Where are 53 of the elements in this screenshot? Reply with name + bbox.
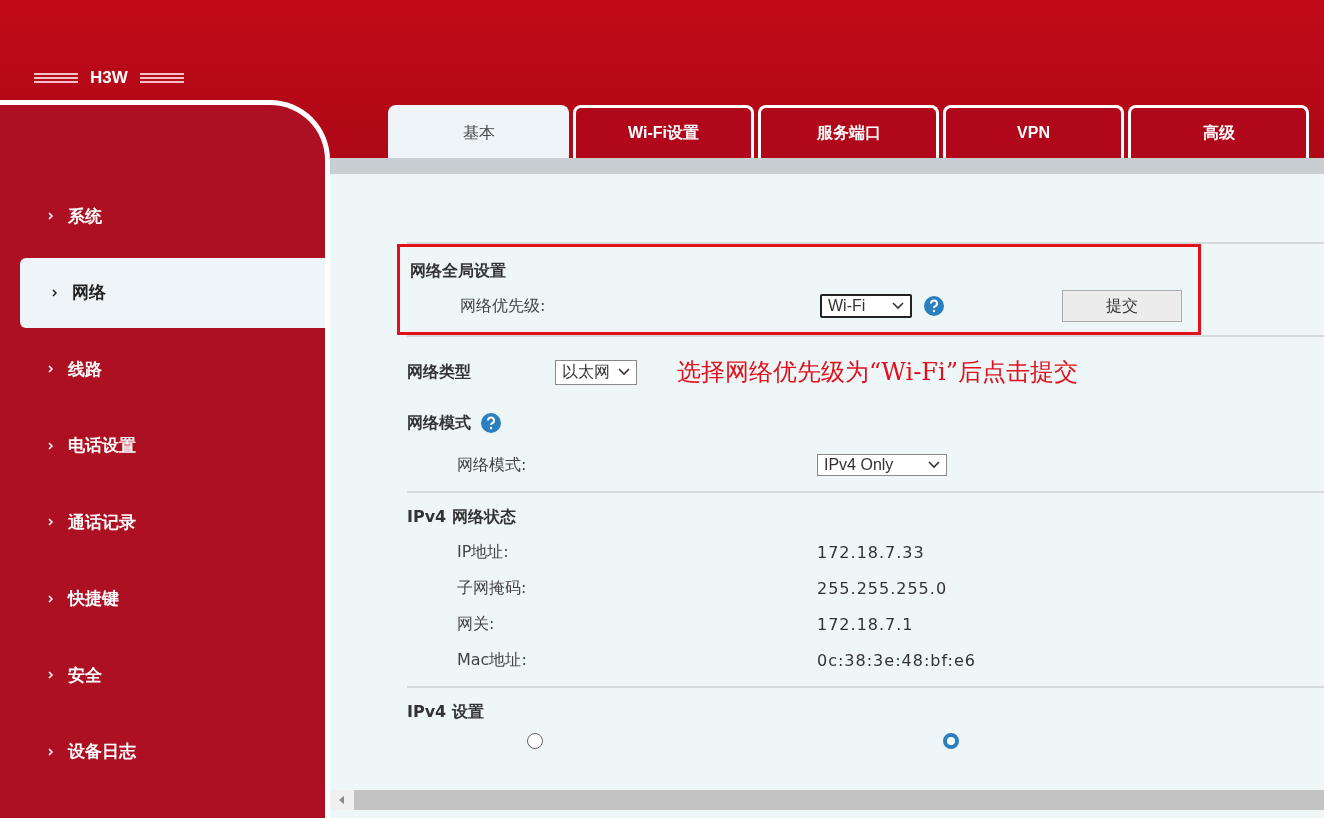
section-title: IPv4 网络状态	[407, 506, 517, 528]
field-label: 网络优先级:	[459, 295, 547, 317]
logo-lines-icon	[34, 73, 78, 83]
network-mode-select[interactable]: IPv4 Only	[817, 454, 947, 476]
help-icon[interactable]	[481, 413, 501, 433]
section-title: 网络模式	[407, 412, 471, 434]
logo-lines-icon	[139, 73, 184, 83]
sidebar-item[interactable]: 通话记录	[20, 487, 325, 557]
field-label: 子网掩码:	[456, 577, 528, 599]
field-label: 网络模式:	[456, 454, 528, 476]
sidebar-item[interactable]: 电话设置	[20, 410, 325, 481]
sidebar-item[interactable]: 安全	[20, 640, 325, 710]
chevron-icon	[48, 671, 54, 679]
horizontal-scrollbar[interactable]	[330, 790, 1324, 810]
help-icon[interactable]	[924, 296, 944, 316]
radio-button[interactable]	[943, 733, 959, 749]
sidebar-item[interactable]: 快捷键	[20, 563, 325, 634]
sidebar-item[interactable]: 网络	[20, 257, 325, 328]
field-value: 255.255.255.0	[817, 578, 948, 598]
section-title: IPv4 设置	[407, 701, 485, 723]
tab[interactable]: 服务端口	[758, 105, 939, 158]
field-label: 网关:	[456, 613, 496, 635]
caret-icon	[892, 302, 904, 310]
chevron-icon	[48, 365, 54, 373]
priority-select[interactable]: Wi-Fi	[820, 294, 912, 318]
section-title: 网络全局设置	[410, 260, 507, 282]
caret-icon	[618, 368, 630, 376]
chevron-icon	[48, 212, 54, 220]
scroll-left-icon[interactable]	[339, 796, 345, 804]
caret-icon	[928, 461, 940, 469]
field-label: IP地址:	[456, 541, 510, 563]
chevron-icon	[48, 594, 54, 603]
tab[interactable]: 高级	[1128, 105, 1309, 158]
sidebar-item[interactable]: 设备日志	[20, 716, 325, 787]
radio-button[interactable]	[527, 733, 543, 749]
field-value: 0c:38:3e:48:bf:e6	[817, 650, 976, 670]
section-title: 网络类型	[407, 361, 472, 383]
field-value: 172.18.7.33	[817, 542, 925, 562]
submit-button[interactable]: 提交	[1062, 290, 1182, 322]
chevron-icon	[48, 441, 54, 450]
tab[interactable]: 基本	[388, 105, 569, 158]
network-type-select[interactable]: 以太网	[555, 359, 637, 385]
annotation-text: 选择网络优先级为“Wi-Fi”后点击提交	[677, 357, 1078, 388]
chevron-icon	[52, 288, 58, 297]
chevron-icon	[48, 747, 54, 756]
sidebar-item[interactable]: 线路	[20, 334, 325, 404]
tab[interactable]: Wi-Fi设置	[573, 105, 754, 158]
chevron-icon	[48, 518, 54, 526]
sidebar-item[interactable]: 系统	[20, 181, 325, 251]
field-label: Mac地址:	[456, 649, 528, 671]
logo: H3W	[90, 68, 128, 88]
tab[interactable]: VPN	[943, 105, 1124, 158]
field-value: 172.18.7.1	[817, 614, 914, 634]
